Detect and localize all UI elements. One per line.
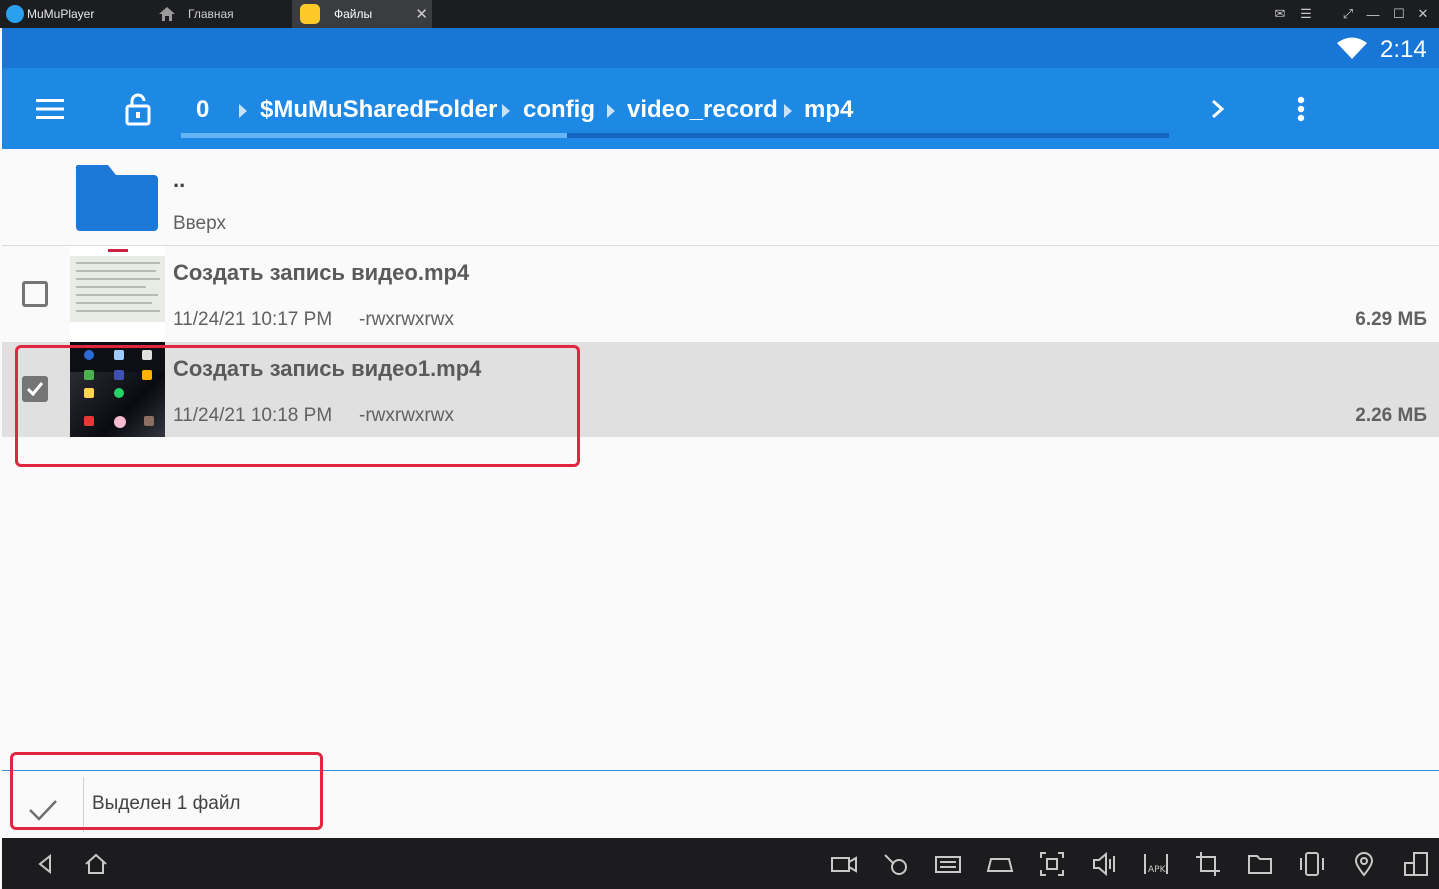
breadcrumb-mp4[interactable]: mp4 bbox=[804, 95, 853, 125]
file-size: 6.29 МБ bbox=[1355, 309, 1427, 330]
mumu-logo-icon bbox=[6, 5, 24, 23]
screenshot-icon[interactable] bbox=[1038, 850, 1066, 878]
highlight-box-selection-status bbox=[10, 752, 323, 830]
back-icon[interactable] bbox=[32, 850, 60, 878]
app-name: MuMuPlayer bbox=[27, 7, 95, 21]
tab-home[interactable]: Главная bbox=[150, 0, 280, 28]
breadcrumb-separator-icon bbox=[607, 104, 615, 118]
more-options-icon[interactable] bbox=[1297, 96, 1305, 122]
tab-files[interactable]: Файлы ✕ bbox=[292, 0, 432, 28]
video-thumbnail bbox=[70, 246, 165, 341]
breadcrumb-scrollbar-thumb[interactable] bbox=[181, 133, 567, 138]
breadcrumb-video-record[interactable]: video_record bbox=[627, 95, 778, 125]
parent-folder-row[interactable]: .. Вверх bbox=[2, 149, 1439, 245]
file-permissions: -rwxrwxrwx bbox=[359, 309, 454, 330]
android-status-bar: 2:14 bbox=[2, 28, 1439, 68]
chevron-right-icon[interactable] bbox=[1211, 99, 1225, 119]
menu-icon[interactable]: ☰ bbox=[1296, 0, 1316, 28]
file-name: Создать запись видео.mp4 bbox=[173, 260, 470, 285]
folder-icon bbox=[75, 165, 158, 231]
file-size: 2.26 МБ bbox=[1355, 405, 1427, 426]
close-tab-icon[interactable]: ✕ bbox=[415, 5, 428, 23]
mail-icon[interactable]: ✉ bbox=[1270, 0, 1290, 28]
minimize-icon[interactable]: — bbox=[1362, 0, 1384, 28]
gamepad-icon[interactable] bbox=[986, 850, 1014, 878]
host-titlebar: MuMuPlayer Главная Файлы ✕ ✉ ☰ ⤢ — ☐ ✕ bbox=[0, 0, 1439, 28]
app-toolbar: 0 $MuMuSharedFolder config video_record … bbox=[2, 68, 1439, 149]
folder-share-icon[interactable] bbox=[1246, 850, 1274, 878]
mumu-logo: MuMuPlayer bbox=[6, 0, 94, 28]
breadcrumb-separator-icon bbox=[239, 104, 247, 118]
breadcrumb-root[interactable]: 0 bbox=[196, 95, 209, 125]
apk-install-icon[interactable]: APK bbox=[1142, 850, 1170, 878]
emulator-nav-bar: APK bbox=[2, 838, 1439, 889]
hamburger-menu-icon[interactable] bbox=[36, 99, 64, 119]
file-date: 11/24/21 10:17 PM bbox=[173, 309, 333, 330]
shake-icon[interactable] bbox=[1298, 850, 1326, 878]
status-time: 2:14 bbox=[1380, 36, 1427, 63]
wifi-icon bbox=[1337, 37, 1367, 59]
home-icon bbox=[159, 7, 175, 21]
parent-folder-name: .. bbox=[173, 167, 186, 192]
files-app-icon bbox=[300, 4, 320, 24]
multi-window-icon[interactable] bbox=[1402, 850, 1430, 878]
breadcrumb-separator-icon bbox=[784, 104, 792, 118]
file-checkbox[interactable] bbox=[22, 281, 48, 307]
parent-folder-label: Вверх bbox=[173, 213, 226, 234]
home-nav-icon[interactable] bbox=[82, 850, 110, 878]
screen-record-icon[interactable] bbox=[882, 850, 910, 878]
crop-icon[interactable] bbox=[1194, 850, 1222, 878]
breadcrumb-shared-folder[interactable]: $MuMuSharedFolder bbox=[260, 95, 497, 125]
volume-icon[interactable] bbox=[1090, 850, 1118, 878]
video-camera-icon[interactable] bbox=[830, 850, 858, 878]
keyboard-icon[interactable] bbox=[934, 850, 962, 878]
breadcrumb-config[interactable]: config bbox=[523, 95, 595, 125]
maximize-icon[interactable]: ☐ bbox=[1388, 0, 1410, 28]
svg-text:APK: APK bbox=[1148, 865, 1167, 875]
close-window-icon[interactable]: ✕ bbox=[1412, 0, 1434, 28]
tab-files-label: Файлы bbox=[334, 7, 373, 21]
highlight-box-selected-file bbox=[15, 345, 580, 467]
unlock-icon[interactable] bbox=[125, 92, 151, 126]
breadcrumb-separator-icon bbox=[502, 104, 510, 118]
fullscreen-icon[interactable]: ⤢ bbox=[1338, 0, 1358, 28]
location-icon[interactable] bbox=[1350, 850, 1378, 878]
file-row[interactable]: Создать запись видео.mp4 11/24/21 10:17 … bbox=[2, 246, 1439, 341]
tab-home-label: Главная bbox=[188, 7, 234, 21]
